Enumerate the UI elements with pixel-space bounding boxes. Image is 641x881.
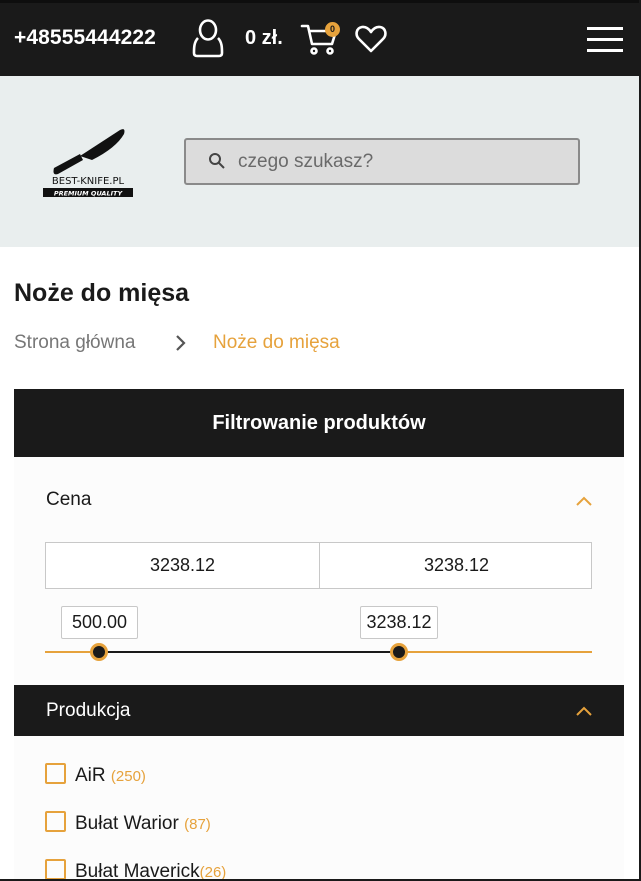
hamburger-menu-button[interactable] [584, 24, 624, 54]
price-slider-range [99, 651, 399, 653]
checkbox[interactable] [45, 859, 66, 881]
chevron-up-icon[interactable] [575, 494, 593, 506]
page-title: Noże do mięsa [14, 279, 190, 307]
phone-link[interactable]: +48555444222 [14, 26, 156, 50]
slider-min-tooltip: 500.00 [61, 606, 138, 639]
chevron-right-icon [173, 334, 187, 352]
breadcrumb-home-link[interactable]: Strona główna [14, 332, 135, 354]
brand-name: AiR [75, 765, 106, 786]
slider-max-tooltip: 3238.12 [360, 606, 438, 639]
filter-heading: Filtrowanie produktów [14, 389, 624, 457]
price-range-inputs: 3238.12 3238.12 [45, 542, 592, 589]
brand-count: (250) [110, 768, 146, 785]
brand-name: Bułat Warior [75, 813, 179, 834]
menu-bar-icon [587, 38, 623, 41]
price-slider-min-handle[interactable] [90, 643, 108, 661]
brand-filter-option[interactable]: Bułat Maverick(26) [45, 859, 226, 881]
checkbox[interactable] [45, 763, 66, 785]
user-account-icon[interactable] [191, 18, 225, 58]
production-filter-label: Produkcja [46, 700, 131, 721]
search-input[interactable] [238, 148, 558, 176]
search-bar [184, 138, 580, 185]
brand-filter-option[interactable]: AiR (250) [45, 763, 146, 787]
brand-filter-option[interactable]: Bułat Warior (87) [45, 811, 211, 835]
menu-bar-icon [587, 27, 623, 30]
brand-count: (87) [184, 816, 211, 833]
price-filter-label[interactable]: Cena [46, 489, 91, 511]
best-knife-logo[interactable]: BEST-KNIFE.PL PREMIUM QUALITY [40, 124, 136, 200]
menu-bar-icon [587, 49, 623, 52]
svg-text:BEST-KNIFE.PL: BEST-KNIFE.PL [52, 176, 125, 187]
chevron-up-icon[interactable] [575, 704, 593, 716]
price-max-input[interactable]: 3238.12 [320, 555, 593, 576]
price-min-input[interactable]: 3238.12 [46, 555, 319, 576]
breadcrumb-current: Noże do mięsa [213, 332, 340, 353]
search-icon[interactable] [208, 152, 226, 170]
cart-count-badge: 0 [325, 22, 340, 37]
svg-text:PREMIUM QUALITY: PREMIUM QUALITY [54, 190, 124, 198]
checkbox[interactable] [45, 811, 66, 833]
wishlist-heart-icon[interactable] [355, 24, 387, 54]
cart-total-price: 0 zł. [245, 27, 283, 49]
brand-name: Bułat Maverick [75, 861, 200, 881]
price-slider-max-handle[interactable] [390, 643, 408, 661]
